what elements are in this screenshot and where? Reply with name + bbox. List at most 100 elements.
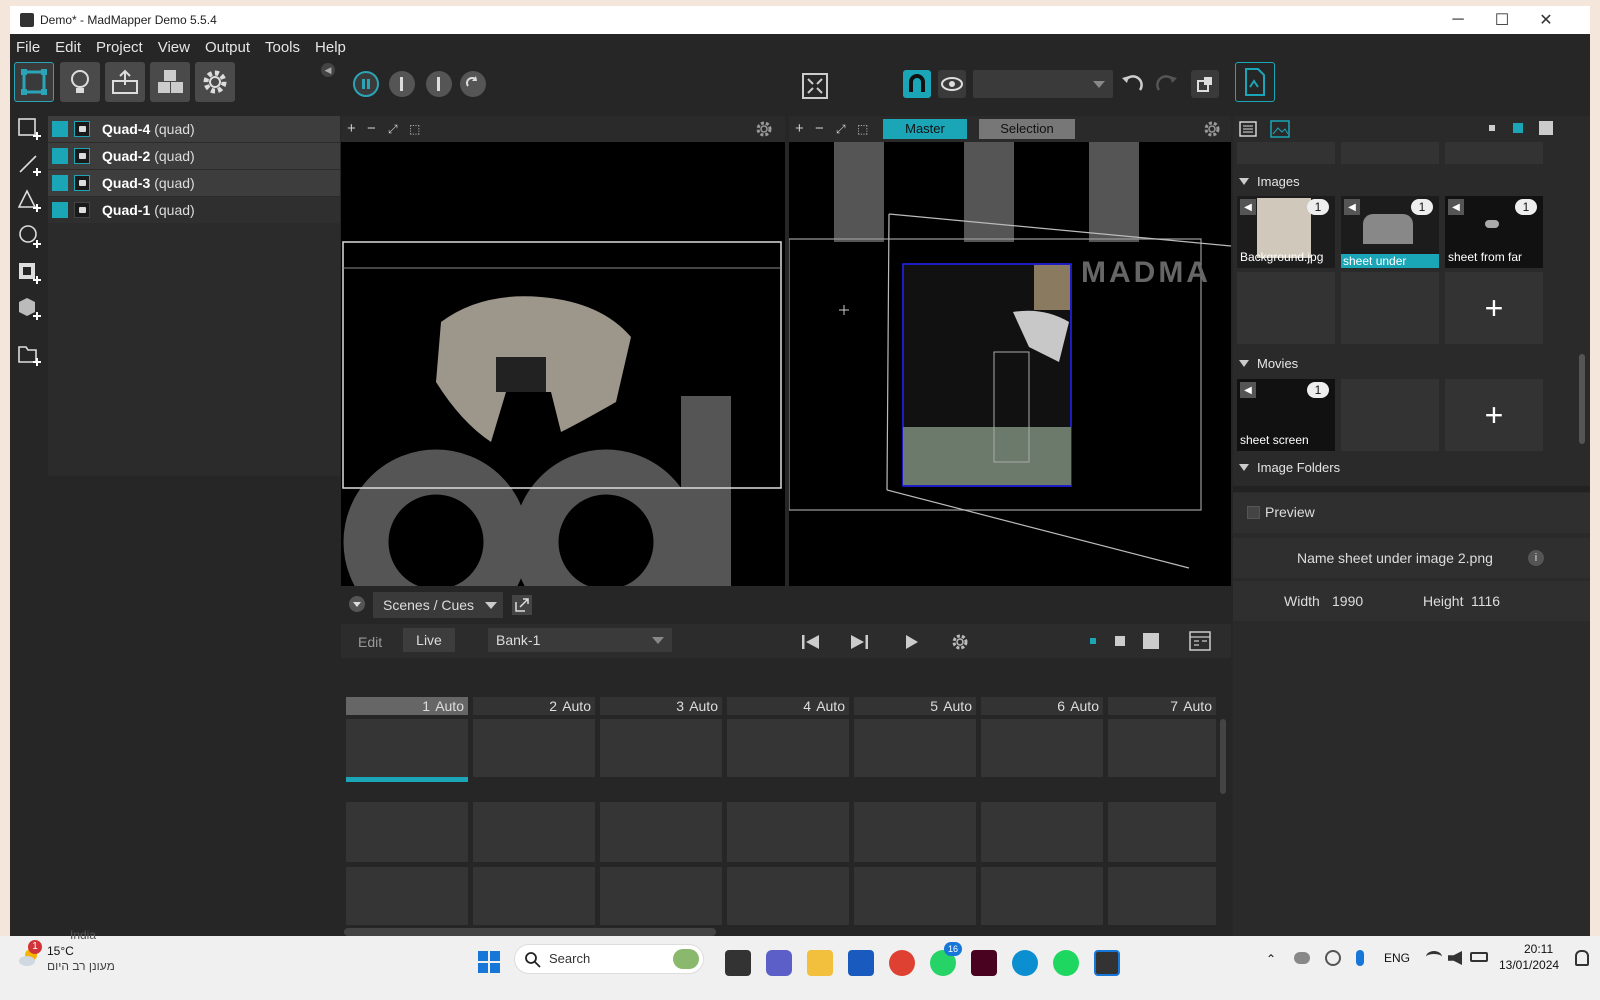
cue-cell[interactable] (1108, 719, 1216, 777)
menu-output[interactable]: Output (205, 39, 250, 56)
cue-cell[interactable] (473, 802, 595, 862)
layer-row-quad-1[interactable]: Quad-1 (quad) (48, 197, 340, 223)
windows-start-icon[interactable] (477, 950, 503, 976)
snap-button[interactable] (903, 70, 931, 98)
fullscreen-button[interactable] (801, 72, 829, 100)
add-triangle-icon[interactable] (18, 188, 42, 212)
layer-row-quad-4[interactable]: Quad-4 (quad) (48, 116, 340, 142)
menu-file[interactable]: File (16, 39, 40, 56)
live-tab[interactable]: Live (403, 628, 455, 652)
cue-header-5[interactable]: 5 Auto (854, 697, 976, 715)
menu-help[interactable]: Help (315, 39, 346, 56)
movie-thumb-sheet-screen[interactable]: ◀ 1 sheet screen (1237, 379, 1335, 451)
cue-cell[interactable] (600, 719, 722, 777)
gear-icon[interactable] (950, 632, 970, 652)
scenes-cues-dropdown[interactable]: Scenes / Cues (373, 592, 503, 618)
add-mask-icon[interactable] (18, 260, 42, 284)
file-explorer-icon[interactable] (807, 950, 833, 976)
lights-mode-button[interactable] (60, 62, 100, 102)
madmapper-taskbar-icon[interactable] (1094, 950, 1120, 976)
movies-section-header[interactable]: Movies (1239, 356, 1298, 371)
chrome-icon[interactable] (889, 950, 915, 976)
tab-master[interactable]: Master (883, 119, 967, 139)
height-value[interactable]: 1116 (1471, 593, 1500, 609)
splitter[interactable] (1233, 486, 1590, 492)
cue-cell[interactable] (473, 719, 595, 777)
layer-row-quad-2[interactable]: Quad-2 (quad) (48, 143, 340, 169)
library-panel-button[interactable] (1235, 62, 1275, 102)
cue-cell[interactable] (854, 719, 976, 777)
medium-cell-size-icon[interactable] (1115, 636, 1125, 646)
menu-project[interactable]: Project (96, 39, 143, 56)
cue-cell[interactable] (346, 802, 468, 862)
close-button[interactable]: ✕ (1524, 6, 1568, 34)
menu-tools[interactable]: Tools (265, 39, 300, 56)
cue-cell[interactable] (981, 719, 1103, 777)
collapse-panel-icon[interactable] (349, 596, 365, 612)
edit-tab[interactable]: Edit (358, 634, 382, 650)
notification-bell-icon[interactable] (1575, 950, 1589, 966)
edge-icon[interactable] (1012, 950, 1038, 976)
zoom-in-icon[interactable]: + (795, 121, 804, 137)
chevron-left-icon[interactable]: ◀ (1240, 199, 1256, 215)
cue-header-4[interactable]: 4 Auto (727, 697, 849, 715)
volume-icon[interactable] (1448, 951, 1462, 965)
small-thumb-size-icon[interactable] (1489, 125, 1495, 131)
tab-selection[interactable]: Selection (979, 119, 1075, 139)
chevron-left-icon[interactable]: ◀ (1448, 199, 1464, 215)
lock-icon[interactable] (74, 148, 90, 164)
cue-list-icon[interactable] (1189, 630, 1211, 652)
onedrive-icon[interactable] (1294, 952, 1310, 964)
cue-cell[interactable] (346, 719, 468, 777)
previous-cue-icon[interactable] (801, 633, 821, 651)
weather-widget[interactable]: 1 (18, 940, 42, 968)
redo-button[interactable] (1155, 72, 1179, 96)
gear-icon[interactable] (1203, 120, 1221, 138)
cue-cell[interactable] (473, 867, 595, 925)
info-icon[interactable]: i (1528, 550, 1544, 566)
output-mode-button[interactable] (105, 62, 145, 102)
preview-toggle-button[interactable] (938, 70, 966, 98)
microphone-icon[interactable] (1356, 950, 1364, 966)
clock-date[interactable]: 13/01/2024 (1499, 958, 1559, 972)
whatsapp-icon[interactable]: 16 (930, 942, 962, 976)
preferences-mode-button[interactable] (195, 62, 235, 102)
menu-edit[interactable]: Edit (55, 39, 81, 56)
cue-cell[interactable] (981, 867, 1103, 925)
add-group-icon[interactable] (18, 342, 42, 366)
image-thumb-sheet-from-far[interactable]: ◀ 1 sheet from far (1445, 196, 1543, 268)
add-movie-button[interactable]: + (1445, 379, 1543, 451)
next-cue-icon[interactable] (849, 633, 869, 651)
taskbar-search[interactable]: Search (514, 944, 704, 974)
frame-icon[interactable]: ⬚ (409, 121, 420, 137)
image-library-icon[interactable] (1270, 120, 1290, 138)
add-circle-icon[interactable] (18, 224, 42, 248)
cue-cell[interactable] (854, 802, 976, 862)
cue-cell[interactable] (727, 719, 849, 777)
width-value[interactable]: 1990 (1332, 593, 1363, 609)
wifi-icon[interactable] (1426, 951, 1442, 963)
add-line-icon[interactable] (18, 152, 42, 176)
battery-icon[interactable] (1470, 952, 1488, 962)
zoom-in-icon[interactable]: + (347, 121, 356, 137)
image-folders-section-header[interactable]: Image Folders (1239, 460, 1340, 475)
popout-icon[interactable] (511, 594, 533, 616)
chevron-left-icon[interactable]: ◀ (1344, 199, 1360, 215)
step-button[interactable] (389, 71, 415, 97)
add-quad-icon[interactable] (18, 116, 42, 140)
play-icon[interactable] (904, 633, 920, 651)
cue-cell[interactable] (600, 802, 722, 862)
visibility-toggle[interactable] (52, 175, 68, 191)
lock-icon[interactable] (74, 175, 90, 191)
lock-icon[interactable] (74, 202, 90, 218)
images-section-header[interactable]: Images (1239, 174, 1300, 189)
chevron-up-icon[interactable]: ⌃ (1266, 952, 1276, 966)
layer-row-quad-3[interactable]: Quad-3 (quad) (48, 170, 340, 196)
spotify-icon[interactable] (1053, 950, 1079, 976)
sync-icon[interactable] (1325, 950, 1341, 966)
medium-thumb-size-icon[interactable] (1513, 123, 1523, 133)
output-view[interactable]: + − ⤢ ⬚ Master Selection MADMA (789, 116, 1231, 586)
task-view-icon[interactable] (725, 950, 751, 976)
image-thumb-sheet-under[interactable]: ◀ 1 sheet under (1341, 196, 1439, 268)
gear-icon[interactable] (755, 120, 773, 138)
